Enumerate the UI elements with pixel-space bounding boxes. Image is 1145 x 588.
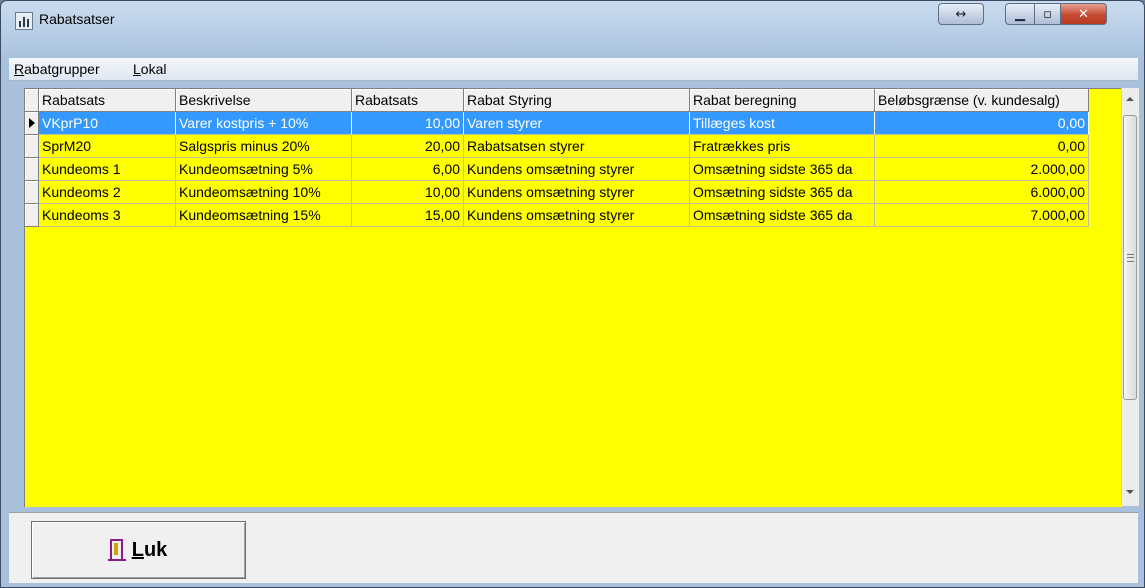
row-indicator[interactable] <box>25 204 39 227</box>
vertical-scrollbar[interactable] <box>1121 88 1139 506</box>
title-bar[interactable]: Rabatsatser ↔ ▁ ▫ ✕ <box>1 1 1144 57</box>
row-indicator[interactable] <box>25 181 39 204</box>
column-header-rabat-beregning[interactable]: Rabat beregning <box>690 89 875 112</box>
cell-rabatsats[interactable]: Kundeoms 3 <box>39 204 176 227</box>
cell-rabatsats-value[interactable]: 15,00 <box>352 204 464 227</box>
current-row-arrow-icon <box>29 118 35 128</box>
scroll-down-arrow-icon[interactable] <box>1126 490 1134 494</box>
cell-rabat-styring[interactable]: Varen styrer <box>464 112 690 135</box>
resize-button[interactable]: ↔ <box>938 3 984 25</box>
bar-chart-icon[interactable] <box>15 12 33 30</box>
cell-rabatsats[interactable]: Kundeoms 1 <box>39 158 176 181</box>
luk-button[interactable]: Luk <box>31 521 246 579</box>
cell-rabat-styring[interactable]: Kundens omsætning styrer <box>464 204 690 227</box>
discount-grid[interactable]: Rabatsats Beskrivelse Rabatsats Rabat St… <box>24 88 1122 507</box>
window-title: Rabatsatser <box>39 11 115 27</box>
close-window-button[interactable]: ✕ <box>1060 3 1107 25</box>
column-header-beloebsgraense[interactable]: Beløbsgrænse (v. kundesalg) <box>875 89 1089 112</box>
scrollbar-thumb[interactable] <box>1123 115 1137 400</box>
cell-rabat-styring[interactable]: Rabatsatsen styrer <box>464 135 690 158</box>
maximize-icon: ▫ <box>1043 6 1052 22</box>
cell-beskrivelse[interactable]: Varer kostpris + 10% <box>176 112 352 135</box>
row-indicator[interactable] <box>25 135 39 158</box>
cell-rabatsats[interactable]: VKprP10 <box>39 112 176 135</box>
cell-rabat-beregning[interactable]: Tillæges kost <box>690 112 875 135</box>
row-indicator[interactable] <box>25 158 39 181</box>
app-window: Rabatsatser ↔ ▁ ▫ ✕ Rabatgrupper Lokal R… <box>0 0 1145 588</box>
scroll-up-arrow-icon[interactable] <box>1126 97 1134 101</box>
column-header-rabatsats[interactable]: Rabatsats <box>39 89 176 112</box>
resize-horizontal-icon: ↔ <box>955 6 967 22</box>
bottom-panel: Luk <box>9 512 1138 583</box>
cell-rabat-beregning[interactable]: Fratrækkes pris <box>690 135 875 158</box>
cell-beskrivelse[interactable]: Kundeomsætning 15% <box>176 204 352 227</box>
cell-rabat-beregning[interactable]: Omsætning sidste 365 da <box>690 158 875 181</box>
cell-rabatsats-value[interactable]: 20,00 <box>352 135 464 158</box>
cell-rabat-styring[interactable]: Kundens omsætning styrer <box>464 158 690 181</box>
cell-beskrivelse[interactable]: Kundeomsætning 5% <box>176 158 352 181</box>
close-icon: ✕ <box>1078 6 1089 22</box>
cell-beloebsgraense[interactable]: 2.000,00 <box>875 158 1089 181</box>
column-header-beskrivelse[interactable]: Beskrivelse <box>176 89 352 112</box>
cell-beskrivelse[interactable]: Salgspris minus 20% <box>176 135 352 158</box>
cell-rabatsats[interactable]: Kundeoms 2 <box>39 181 176 204</box>
minimize-button[interactable]: ▁ <box>1005 3 1035 25</box>
grid-header: Rabatsats Beskrivelse Rabatsats Rabat St… <box>25 89 1089 112</box>
cell-rabat-styring[interactable]: Kundens omsætning styrer <box>464 181 690 204</box>
cell-rabat-beregning[interactable]: Omsætning sidste 365 da <box>690 204 875 227</box>
header-indicator-cell <box>25 89 39 112</box>
cell-beskrivelse[interactable]: Kundeomsætning 10% <box>176 181 352 204</box>
column-header-rabat-styring[interactable]: Rabat Styring <box>464 89 690 112</box>
cell-beloebsgraense[interactable]: 0,00 <box>875 135 1089 158</box>
door-exit-icon <box>107 539 126 561</box>
grip-icon <box>1127 254 1134 262</box>
menu-bar: Rabatgrupper Lokal <box>9 58 1138 81</box>
cell-beloebsgraense[interactable]: 7.000,00 <box>875 204 1089 227</box>
column-header-rabatsats-value[interactable]: Rabatsats <box>352 89 464 112</box>
cell-rabat-beregning[interactable]: Omsætning sidste 365 da <box>690 181 875 204</box>
maximize-button[interactable]: ▫ <box>1034 3 1061 25</box>
cell-rabatsats-value[interactable]: 10,00 <box>352 181 464 204</box>
minimize-icon: ▁ <box>1015 6 1025 22</box>
row-indicator[interactable] <box>25 112 39 135</box>
cell-rabatsats[interactable]: SprM20 <box>39 135 176 158</box>
cell-rabatsats-value[interactable]: 6,00 <box>352 158 464 181</box>
cell-beloebsgraense[interactable]: 6.000,00 <box>875 181 1089 204</box>
menu-item-rabatgrupper[interactable]: Rabatgrupper <box>14 61 100 77</box>
luk-button-label: Luk <box>131 538 168 561</box>
cell-rabatsats-value[interactable]: 10,00 <box>352 112 464 135</box>
cell-beloebsgraense[interactable]: 0,00 <box>875 112 1089 135</box>
menu-item-lokal[interactable]: Lokal <box>133 61 166 77</box>
